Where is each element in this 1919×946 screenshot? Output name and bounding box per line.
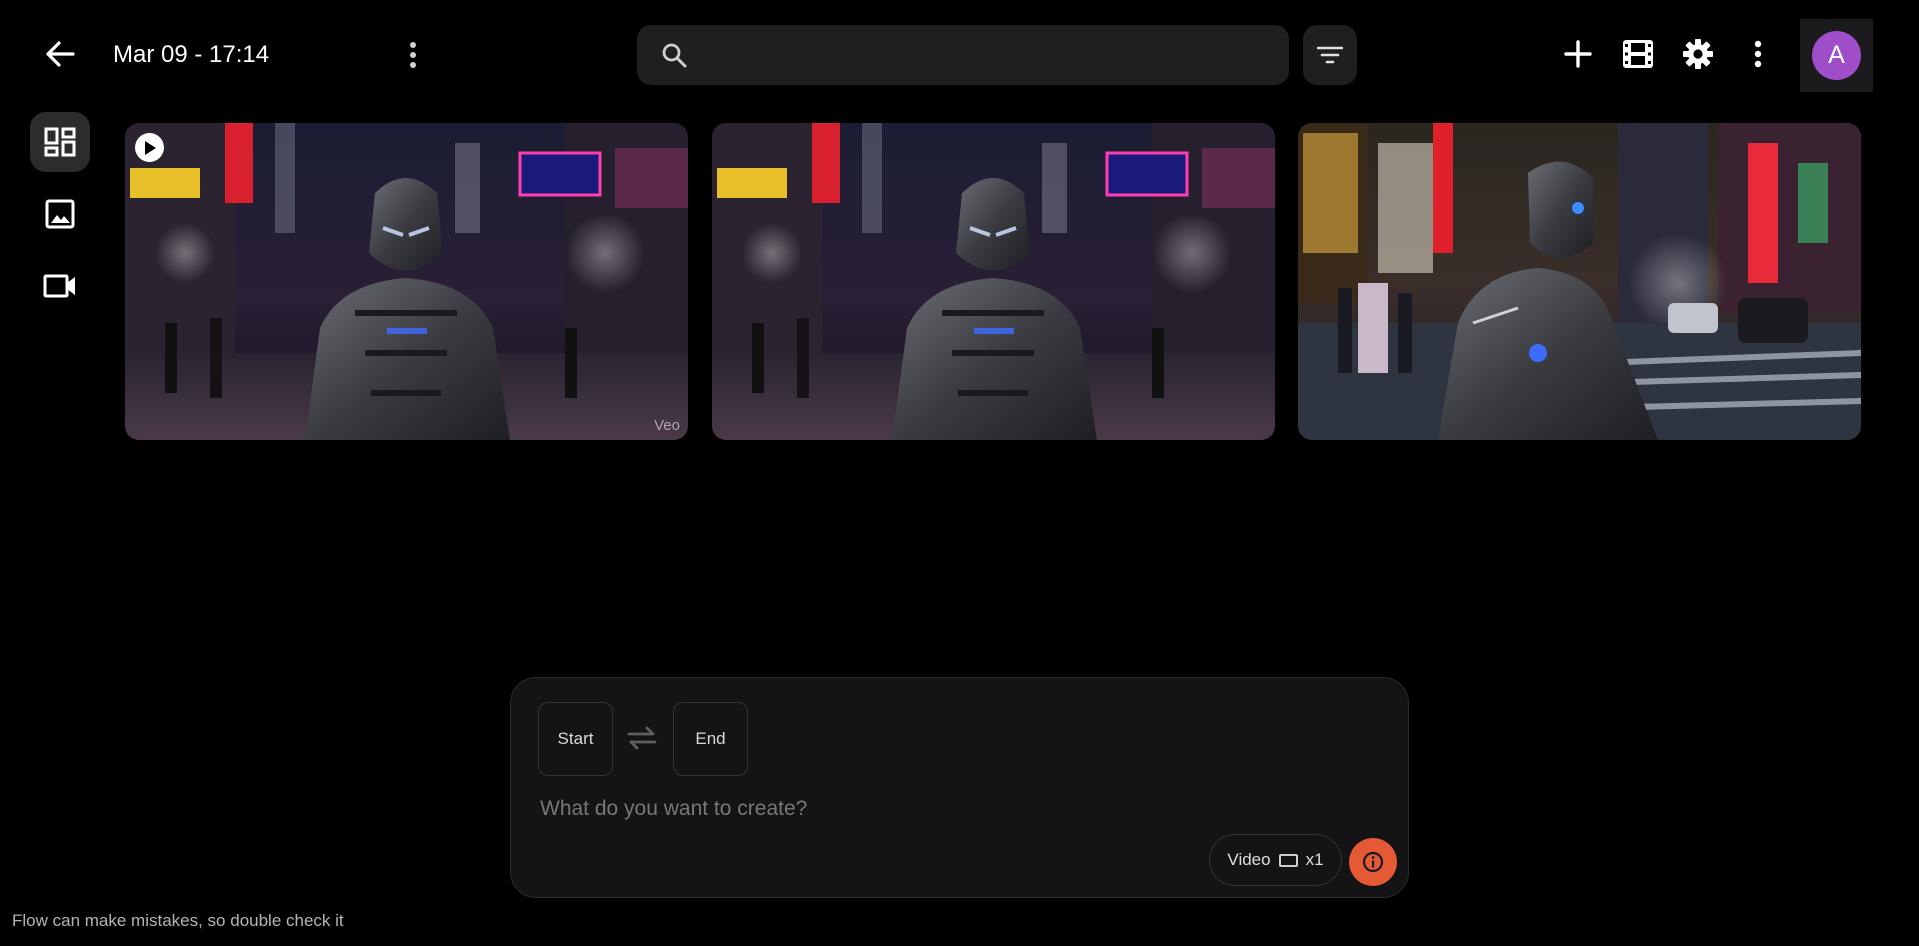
search-icon [662, 43, 687, 68]
filter-icon [1317, 46, 1343, 64]
title-more-button[interactable] [395, 34, 431, 76]
video-camera-icon [43, 274, 75, 298]
gallery-item[interactable] [1298, 123, 1861, 440]
end-frame-button[interactable]: End [673, 702, 748, 776]
info-icon [1362, 851, 1384, 873]
generation-settings-button[interactable]: Video x1 [1209, 834, 1342, 886]
search-input[interactable] [707, 25, 1271, 87]
settings-button[interactable] [1676, 32, 1720, 76]
page-title: Mar 09 - 17:14 [113, 41, 270, 68]
rail-item-grid[interactable] [30, 112, 90, 172]
image-icon [45, 199, 75, 229]
robot-crossing-thumbnail [1298, 123, 1861, 440]
prompt-composer: Start End Video x1 [510, 677, 1409, 898]
prompt-input[interactable] [538, 790, 1362, 828]
film-strip-icon [1623, 40, 1653, 68]
dashboard-icon [44, 127, 76, 157]
gallery-item[interactable]: Veo [125, 123, 688, 440]
output-count: x1 [1305, 850, 1324, 869]
play-icon [135, 133, 164, 162]
robot-street-thumbnail [712, 123, 1275, 440]
disclaimer-text: Flow can make mistakes, so double check … [12, 911, 344, 930]
swap-arrows-icon [627, 726, 657, 750]
rail-item-videos[interactable] [30, 256, 90, 316]
start-frame-button[interactable]: Start [538, 702, 613, 776]
add-button[interactable] [1556, 32, 1600, 76]
landscape-ratio-icon [1278, 853, 1298, 867]
filter-button[interactable] [1303, 25, 1357, 85]
mode-label: Video [1227, 850, 1271, 869]
more-vertical-icon [410, 42, 416, 68]
more-options-button[interactable] [1736, 32, 1780, 76]
watermark: Veo [654, 417, 680, 434]
more-vertical-icon [1754, 40, 1762, 68]
gallery-item[interactable] [712, 123, 1275, 440]
rail-item-images[interactable] [30, 184, 90, 244]
gear-icon [1683, 39, 1713, 69]
avatar[interactable]: A [1812, 31, 1861, 80]
scenebuilder-button[interactable] [1616, 32, 1660, 76]
arrow-left-icon [46, 41, 75, 67]
plus-icon [1564, 40, 1592, 68]
back-button[interactable] [36, 34, 84, 74]
account-area: A [1800, 19, 1873, 92]
submit-button[interactable] [1349, 838, 1397, 886]
search-bar[interactable] [637, 25, 1289, 87]
robot-street-thumbnail [125, 123, 688, 440]
swap-frames-button[interactable] [627, 724, 657, 757]
